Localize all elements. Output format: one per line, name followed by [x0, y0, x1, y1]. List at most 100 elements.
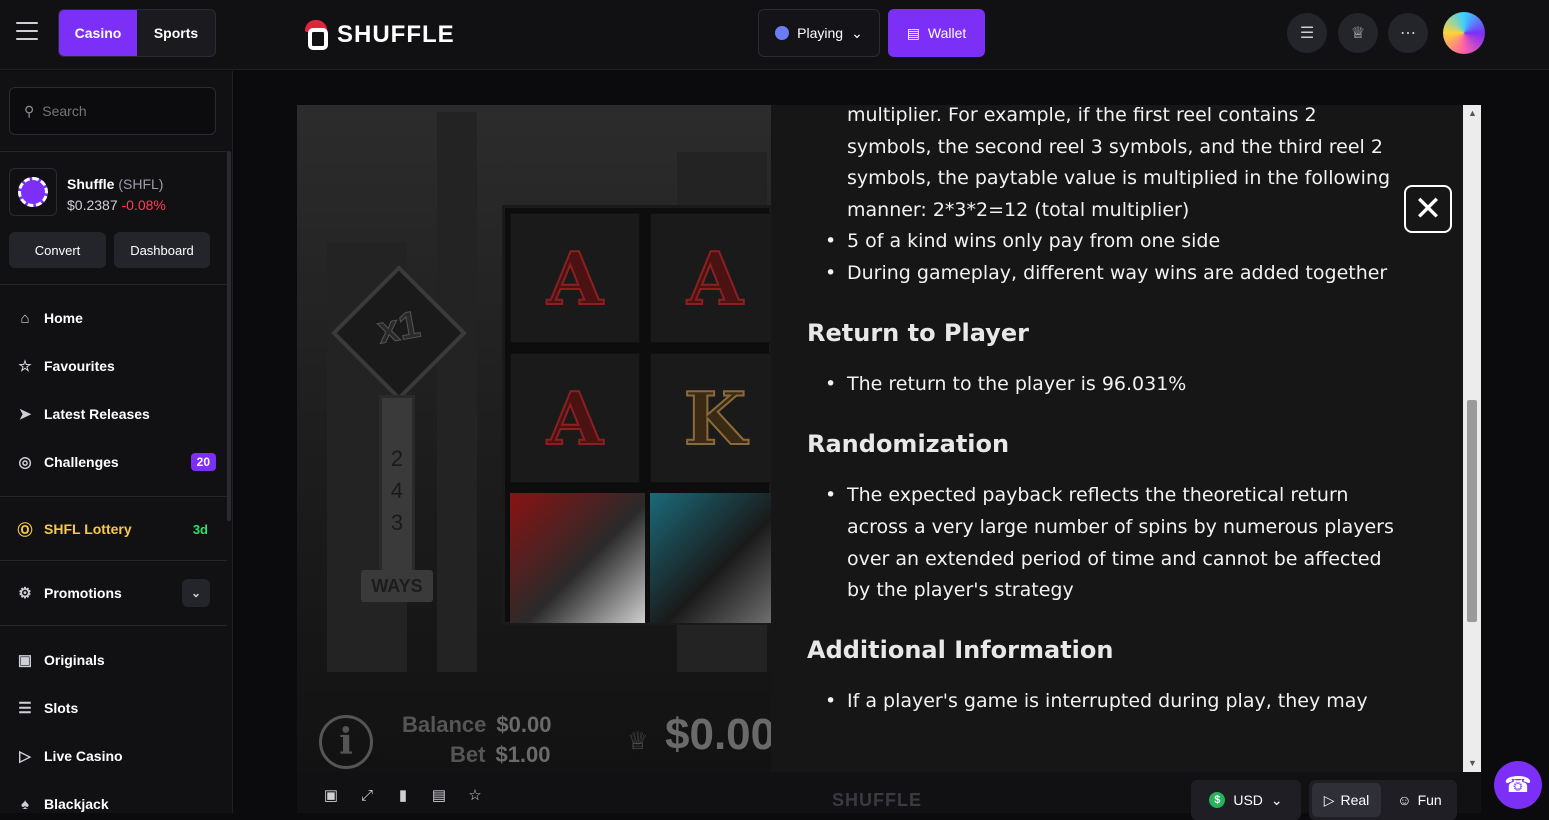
top-bar: Casino Sports SHUFFLE Playing ⌄ ▤ Wallet… — [0, 0, 1549, 70]
sidebar-item-live-casino[interactable]: ▷ Live Casino — [16, 747, 216, 765]
divider — [0, 151, 227, 152]
play-circle-icon: ▷ — [19, 748, 31, 765]
token-change: -0.08% — [121, 197, 166, 213]
reel-symbol-a: A — [510, 353, 640, 483]
wallet-icon: ▤ — [906, 24, 920, 41]
info-icon[interactable]: i — [319, 715, 373, 769]
sidebar-item-shfl-lottery[interactable]: Ⓞ SHFL Lottery 3d — [16, 520, 216, 539]
scroll-down-icon[interactable]: ▼ — [1468, 758, 1477, 768]
search-input[interactable] — [42, 103, 193, 119]
reel-symbol-a: A — [650, 213, 771, 343]
woman-portrait-symbol — [510, 493, 645, 623]
divider — [0, 284, 227, 285]
support-headset-icon[interactable]: ☎ — [1494, 761, 1542, 809]
rtp-heading: Return to Player — [807, 318, 1029, 347]
shuffle-logo[interactable]: SHUFFLE — [305, 17, 455, 53]
divider — [0, 625, 227, 626]
sidebar-item-favourites[interactable]: ☆ Favourites — [16, 357, 216, 375]
sidebar-item-originals[interactable]: ▣ Originals — [16, 651, 216, 669]
fun-mode-button[interactable]: ☺ Fun — [1385, 783, 1454, 817]
man-portrait-symbol — [650, 493, 771, 623]
rocket-icon: ➤ — [18, 406, 32, 423]
coins-icon: ☰ — [18, 700, 32, 717]
sidebar-item-slots[interactable]: ☰ Slots — [16, 699, 216, 717]
search-box[interactable]: ⚲ — [9, 87, 216, 135]
crown-icon[interactable]: ♕ — [1338, 13, 1378, 53]
scrollbar-thumb[interactable] — [1467, 400, 1477, 622]
menu-icon[interactable] — [16, 22, 38, 44]
target-icon: ◎ — [18, 454, 32, 471]
chevron-down-icon: ⌄ — [1270, 791, 1283, 808]
tab-casino[interactable]: Casino — [59, 10, 137, 56]
trophy-icon: ♕ — [627, 728, 649, 755]
focus-icon[interactable]: ▣ — [322, 786, 340, 804]
rules-intro: multiplier. For example, if the first re… — [847, 105, 1391, 221]
game-toolbar: ▣ ⤢ ▮ ▤ ☆ SHUFFLE $ USD ⌄ ▷ Real ☺ Fun — [297, 772, 1481, 820]
sidebar-item-challenges[interactable]: ◎ Challenges 20 — [16, 453, 216, 471]
challenges-count-badge: 20 — [190, 453, 216, 471]
sidebar-item-blackjack[interactable]: ♠ Blackjack — [16, 795, 216, 813]
home-icon: ⌂ — [20, 309, 30, 327]
rules-scrollbar[interactable]: ▲ ▼ — [1463, 105, 1481, 772]
tab-sports[interactable]: Sports — [137, 10, 215, 56]
sidebar-item-promotions[interactable]: ⚙ Promotions ⌄ — [16, 579, 216, 607]
gear-badge-icon: ⚙ — [18, 585, 32, 602]
shfl-token-icon — [9, 168, 57, 216]
list-item: The return to the player is 96.031% — [807, 369, 1407, 401]
list-item: 5 of a kind wins only pay from one side — [807, 226, 1407, 258]
play-icon: ▷ — [1323, 791, 1335, 808]
avatar[interactable] — [1443, 12, 1485, 54]
sidebar-scrollbar[interactable] — [227, 151, 231, 521]
reel-grid: A A A K — [502, 205, 771, 625]
playing-dropdown[interactable]: Playing ⌄ — [758, 9, 880, 57]
list-item: During gameplay, different way wins are … — [807, 258, 1407, 290]
list-item: The expected payback reflects the theore… — [807, 480, 1407, 606]
ethereum-icon — [775, 26, 790, 40]
chart-icon[interactable]: ▤ — [430, 786, 448, 804]
sidebar-item-home[interactable]: ⌂ Home — [16, 309, 216, 327]
divider — [0, 560, 227, 561]
cards-icon: ♠ — [21, 795, 29, 813]
randomization-heading: Randomization — [807, 429, 1010, 458]
dashboard-button[interactable]: Dashboard — [114, 232, 210, 268]
currency-dropdown[interactable]: $ USD ⌄ — [1191, 780, 1301, 820]
shuffle-watermark: SHUFFLE — [832, 790, 922, 810]
logo-text: SHUFFLE — [337, 21, 455, 48]
reel-symbol-a: A — [510, 213, 640, 343]
chat-icon[interactable]: ⋯ — [1388, 13, 1428, 53]
real-mode-button[interactable]: ▷ Real — [1312, 783, 1381, 817]
wallet-button[interactable]: ▤ Wallet — [888, 9, 985, 57]
rules-panel: multiplier. For example, if the first re… — [771, 105, 1481, 772]
fullscreen-icon[interactable]: ⤢ — [358, 786, 376, 804]
convert-button[interactable]: Convert — [9, 232, 106, 268]
scroll-up-icon[interactable]: ▲ — [1468, 108, 1477, 118]
chevron-down-icon: ⌄ — [851, 24, 863, 41]
ways-number: 3 — [390, 510, 404, 535]
stats-bars-icon[interactable]: ▮ — [394, 786, 412, 804]
play-mode-toggle: ▷ Real ☺ Fun — [1309, 780, 1457, 820]
lottery-countdown-badge: 3d — [192, 521, 208, 537]
logo-mark-icon — [305, 20, 329, 50]
ways-number: 4 — [390, 478, 404, 503]
rules-bullets: 5 of a kind wins only pay from one side … — [807, 226, 1407, 289]
list-item: If a player's game is interrupted during… — [807, 686, 1407, 718]
game-canvas[interactable]: x1 2 4 3 WAYS A A A K i Balance $0.00 Bet… — [297, 105, 771, 772]
divider — [0, 496, 227, 497]
playing-label: Playing — [797, 25, 844, 41]
star-icon[interactable]: ☆ — [466, 786, 484, 804]
reel-symbol-k: K — [650, 353, 771, 483]
dollar-icon: $ — [1209, 792, 1226, 808]
sidebar-item-latest-releases[interactable]: ➤ Latest Releases — [16, 405, 216, 423]
close-icon[interactable]: ✕ — [1404, 185, 1452, 233]
casino-sports-toggle: Casino Sports — [58, 9, 216, 57]
balance-bet-readout: Balance $0.00 Bet $1.00 — [402, 712, 552, 767]
lottery-ball-icon: Ⓞ — [17, 521, 33, 539]
win-amount: $0.00 — [665, 710, 771, 759]
search-icon: ⚲ — [24, 102, 35, 119]
rules-text: multiplier. For example, if the first re… — [807, 105, 1407, 718]
ways-number: 2 — [390, 446, 404, 471]
sidebar: ⚲ Shuffle (SHFL) $0.2387 -0.08% Convert … — [0, 71, 233, 813]
chevron-down-icon[interactable]: ⌄ — [182, 579, 210, 607]
receipt-icon[interactable]: ☰ — [1287, 13, 1327, 53]
token-price: $0.2387 -0.08% — [67, 197, 166, 213]
